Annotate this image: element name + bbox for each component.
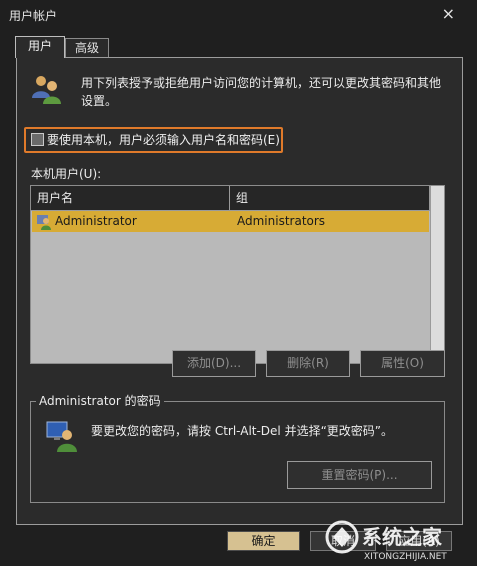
svg-text:XITONGZHIJIA.NET: XITONGZHIJIA.NET (364, 552, 447, 562)
svg-text:系统之家: 系统之家 (362, 525, 443, 549)
password-group-title: Administrator 的密码 (36, 393, 164, 409)
table-row[interactable]: Administrator Administrators (32, 211, 429, 232)
vertical-scrollbar[interactable] (430, 186, 444, 363)
reset-password-button[interactable]: 重置密码(P)... (287, 461, 432, 489)
window-title: 用户帐户 (9, 9, 58, 23)
watermark-logo: 系统之家 XITONGZHIJIA.NET (325, 520, 447, 562)
intro-text: 用下列表授予或拒绝用户访问您的计算机，还可以更改其密码和其他设置。 (81, 76, 442, 108)
add-button[interactable]: 添加(D)... (172, 350, 256, 377)
user-icon (37, 215, 51, 230)
title-bar: 用户帐户 × (0, 0, 477, 30)
password-instructions: 要更改您的密码，请按 Ctrl-Alt-Del 并选择“更改密码”。 (91, 424, 394, 438)
properties-button[interactable]: 属性(O) (360, 350, 445, 377)
require-login-checkbox[interactable] (31, 133, 44, 146)
tab-users[interactable]: 用户 (15, 36, 65, 58)
local-users-label: 本机用户(U): (31, 167, 102, 181)
users-icon (32, 76, 61, 104)
close-icon[interactable]: × (442, 4, 455, 23)
ok-button[interactable]: 确定 (227, 531, 300, 551)
column-header-username[interactable]: 用户名 (31, 186, 230, 210)
require-login-label[interactable]: 要使用本机，用户必须输入用户名和密码(E) (47, 131, 280, 148)
row-username: Administrator (55, 214, 137, 228)
remove-button[interactable]: 删除(R) (266, 350, 350, 377)
users-listview[interactable]: 用户名 组 Administrator Administrators (30, 185, 445, 364)
column-header-group[interactable]: 组 (230, 186, 430, 210)
user-computer-icon (46, 421, 77, 452)
tab-advanced[interactable]: 高级 (65, 38, 109, 58)
listview-header: 用户名 组 (31, 186, 430, 211)
row-group: Administrators (237, 214, 326, 228)
